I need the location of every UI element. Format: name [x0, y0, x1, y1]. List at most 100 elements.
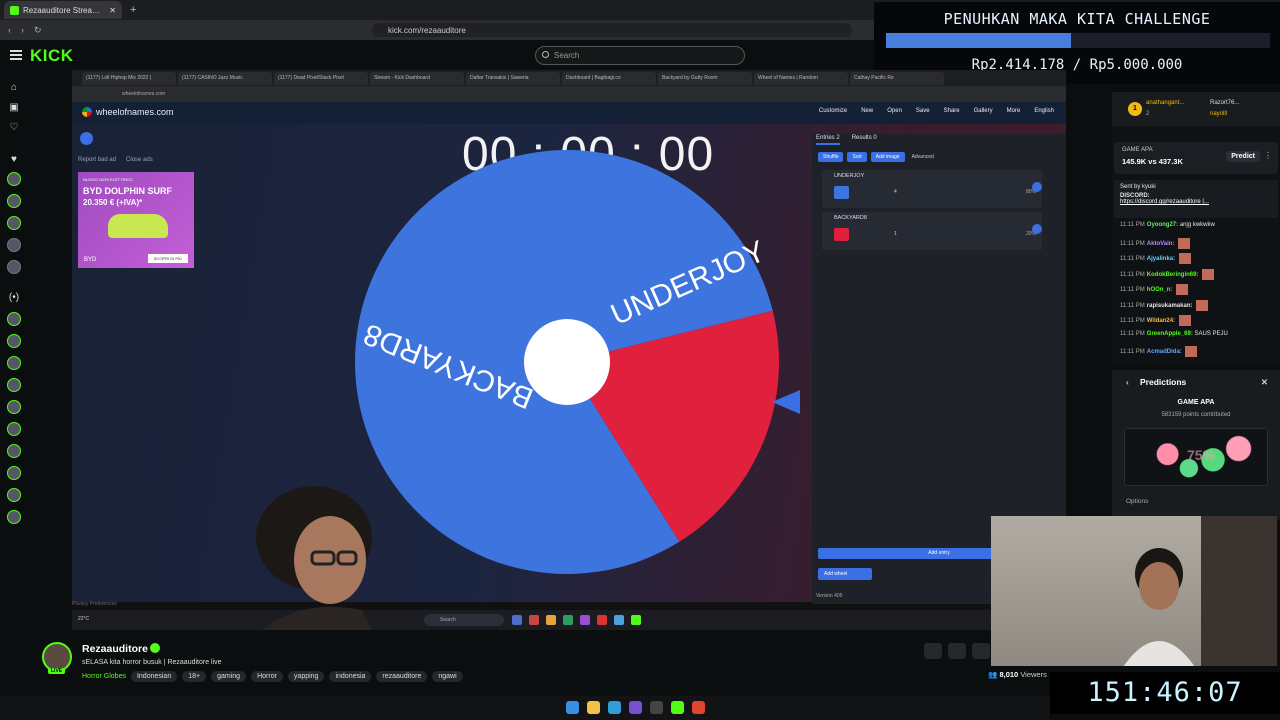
following-icon[interactable]: ♡ [8, 122, 20, 134]
predictions-panel: ‹ Predictions ✕ GAME APA 583159 points c… [1112, 370, 1280, 520]
recommended-channel-avatar[interactable] [7, 334, 21, 348]
chat-message: 11:11 PM AktoVain: [1120, 237, 1191, 249]
close-icon[interactable]: ✕ [1261, 377, 1268, 388]
category-link[interactable]: Horror Globes [82, 673, 126, 680]
edge-icon[interactable] [608, 701, 621, 714]
message-user[interactable]: GreenApple_69: [1147, 331, 1193, 337]
stream-tag[interactable]: 18+ [182, 671, 207, 682]
message-user[interactable]: AcmadDida: [1147, 349, 1182, 355]
top-user[interactable]: Razort76... [1210, 100, 1239, 106]
close-tab-icon[interactable]: ✕ [109, 6, 116, 15]
chat-message: 11:11 PM KodokBeringin69: [1120, 268, 1215, 280]
windows-start-icon[interactable] [566, 701, 579, 714]
file-explorer-icon[interactable] [587, 701, 600, 714]
top-user[interactable]: nayolll [1210, 111, 1227, 117]
stream-tag[interactable]: ngawi [432, 671, 463, 682]
message-user[interactable]: rapisukamakan: [1147, 303, 1193, 309]
message-user[interactable]: AktoVain: [1147, 241, 1175, 247]
kick-app-icon[interactable] [671, 701, 684, 714]
captured-tab: (1177) Lofi Hiphop Mix 2022 | [82, 71, 176, 85]
ad-title: BYD DOLPHIN SURF [83, 186, 173, 196]
back-icon[interactable]: ‹ [1126, 377, 1129, 387]
message-user[interactable]: Ajyalinka: [1147, 256, 1175, 262]
message-time: 11:11 PM [1120, 302, 1145, 309]
followed-channel-avatar[interactable] [7, 216, 21, 230]
notification-bell-icon[interactable] [924, 643, 942, 659]
followed-channel-avatar[interactable] [7, 194, 21, 208]
emote-icon [1178, 237, 1191, 249]
message-user[interactable]: Wildan24: [1147, 318, 1175, 324]
home-icon[interactable]: ⌂ [8, 82, 20, 94]
stream-tag[interactable]: gaming [211, 671, 247, 682]
browse-icon[interactable]: ▣ [8, 102, 20, 114]
won-topbar: wheelofnames.com Customize New Open Save Sha… [72, 102, 1066, 124]
top-user[interactable]: anathangant... [1146, 100, 1184, 106]
pinned-user: kyuki [1142, 184, 1156, 190]
forward-icon[interactable]: › [21, 25, 24, 35]
back-icon[interactable]: ‹ [8, 25, 11, 35]
entry-weight: 1 [894, 231, 897, 237]
followed-channel-avatar[interactable] [7, 238, 21, 252]
chat-message: 11:11 PM hOOn_n: [1120, 284, 1189, 295]
kick-logo[interactable]: KICK [30, 46, 74, 66]
entry-card: UNDERJOY 4 80% [822, 170, 1042, 208]
captured-taskbar: 22°C Search [72, 610, 1066, 630]
recommended-channel-avatar[interactable] [7, 400, 21, 414]
url-field[interactable]: kick.com/rezaauditore [372, 23, 852, 37]
recommended-channel-avatar[interactable] [7, 356, 21, 370]
obs-icon[interactable] [650, 701, 663, 714]
advertisement: NUOVO 100% ELETTRICO BYD DOLPHIN SURF 20… [78, 172, 194, 268]
stream-video[interactable]: (1177) Lofi Hiphop Mix 2022 | (1177) CASI… [72, 70, 1066, 630]
gift-icon[interactable] [972, 643, 990, 659]
emote-icon [1185, 346, 1198, 357]
captured-address-bar: wheelofnames.com [72, 86, 1066, 102]
predict-button[interactable]: Predict [1226, 151, 1260, 162]
stream-tag[interactable]: Horror [251, 671, 283, 682]
app-icon [597, 615, 607, 625]
recommended-channel-avatar[interactable] [7, 488, 21, 502]
pinned-message: Sent by kyuki DISCORD: https://discord.g… [1114, 180, 1278, 218]
follow-heart-icon[interactable] [948, 643, 966, 659]
viewers-label: Viewers [1020, 670, 1047, 679]
followed-channel-avatar[interactable] [7, 260, 21, 274]
won-menu-item: New [861, 108, 874, 114]
recommended-channel-avatar[interactable] [7, 466, 21, 480]
search-input[interactable]: Search [535, 46, 745, 65]
message-time: 11:11 PM [1120, 256, 1145, 263]
reload-icon[interactable]: ↻ [34, 25, 42, 36]
predictions-header: ‹ Predictions ✕ [1112, 377, 1280, 391]
challenge-progress-fill [886, 33, 1072, 48]
browser-address-bar: ‹ › ↻ kick.com/rezaauditore [0, 20, 880, 40]
prediction-card[interactable]: GAME APA 145.9K vs 437.3K Predict ⋮ [1114, 142, 1278, 174]
webcam-door [1201, 516, 1277, 666]
app-icon [529, 615, 539, 625]
recommended-channel-avatar[interactable] [7, 444, 21, 458]
recommended-channel-avatar[interactable] [7, 312, 21, 326]
discord-icon[interactable] [629, 701, 642, 714]
entry-options-icon [1032, 182, 1042, 192]
menu-icon[interactable] [10, 50, 22, 60]
channel-name[interactable]: Rezaauditore [82, 643, 148, 655]
recommended-channel-avatar[interactable] [7, 378, 21, 392]
app-icon [631, 615, 641, 625]
more-options-icon[interactable]: ⋮ [1264, 151, 1272, 160]
stream-tag[interactable]: Indonesian [130, 671, 178, 682]
followed-channel-avatar[interactable] [7, 172, 21, 186]
emote-icon [1196, 299, 1209, 311]
message-user[interactable]: Oyoong27: [1147, 222, 1178, 228]
new-tab-icon[interactable]: + [130, 4, 136, 16]
message-user[interactable]: KodokBeringin69: [1147, 272, 1199, 278]
stream-tag[interactable]: yapping [287, 671, 325, 682]
recommended-channel-avatar[interactable] [7, 510, 21, 524]
recommended-channel-avatar[interactable] [7, 422, 21, 436]
captured-tab: Daftar Transaksi | Saweria [466, 71, 560, 85]
discord-link[interactable]: https://discord.gg/rezaauditore |... [1120, 199, 1272, 205]
stream-tag[interactable]: rezaauditore [376, 671, 428, 682]
prediction-question: GAME APA [1177, 399, 1215, 406]
won-menu-item: Open [887, 108, 902, 114]
brave-icon[interactable] [692, 701, 705, 714]
viewers-number: 8,010 [999, 670, 1019, 679]
stream-tag[interactable]: indonesia [329, 671, 372, 682]
message-user[interactable]: hOOn_n: [1147, 287, 1173, 293]
browser-tab[interactable]: Rezaauditore Stream - Watch ✕ [4, 1, 122, 19]
